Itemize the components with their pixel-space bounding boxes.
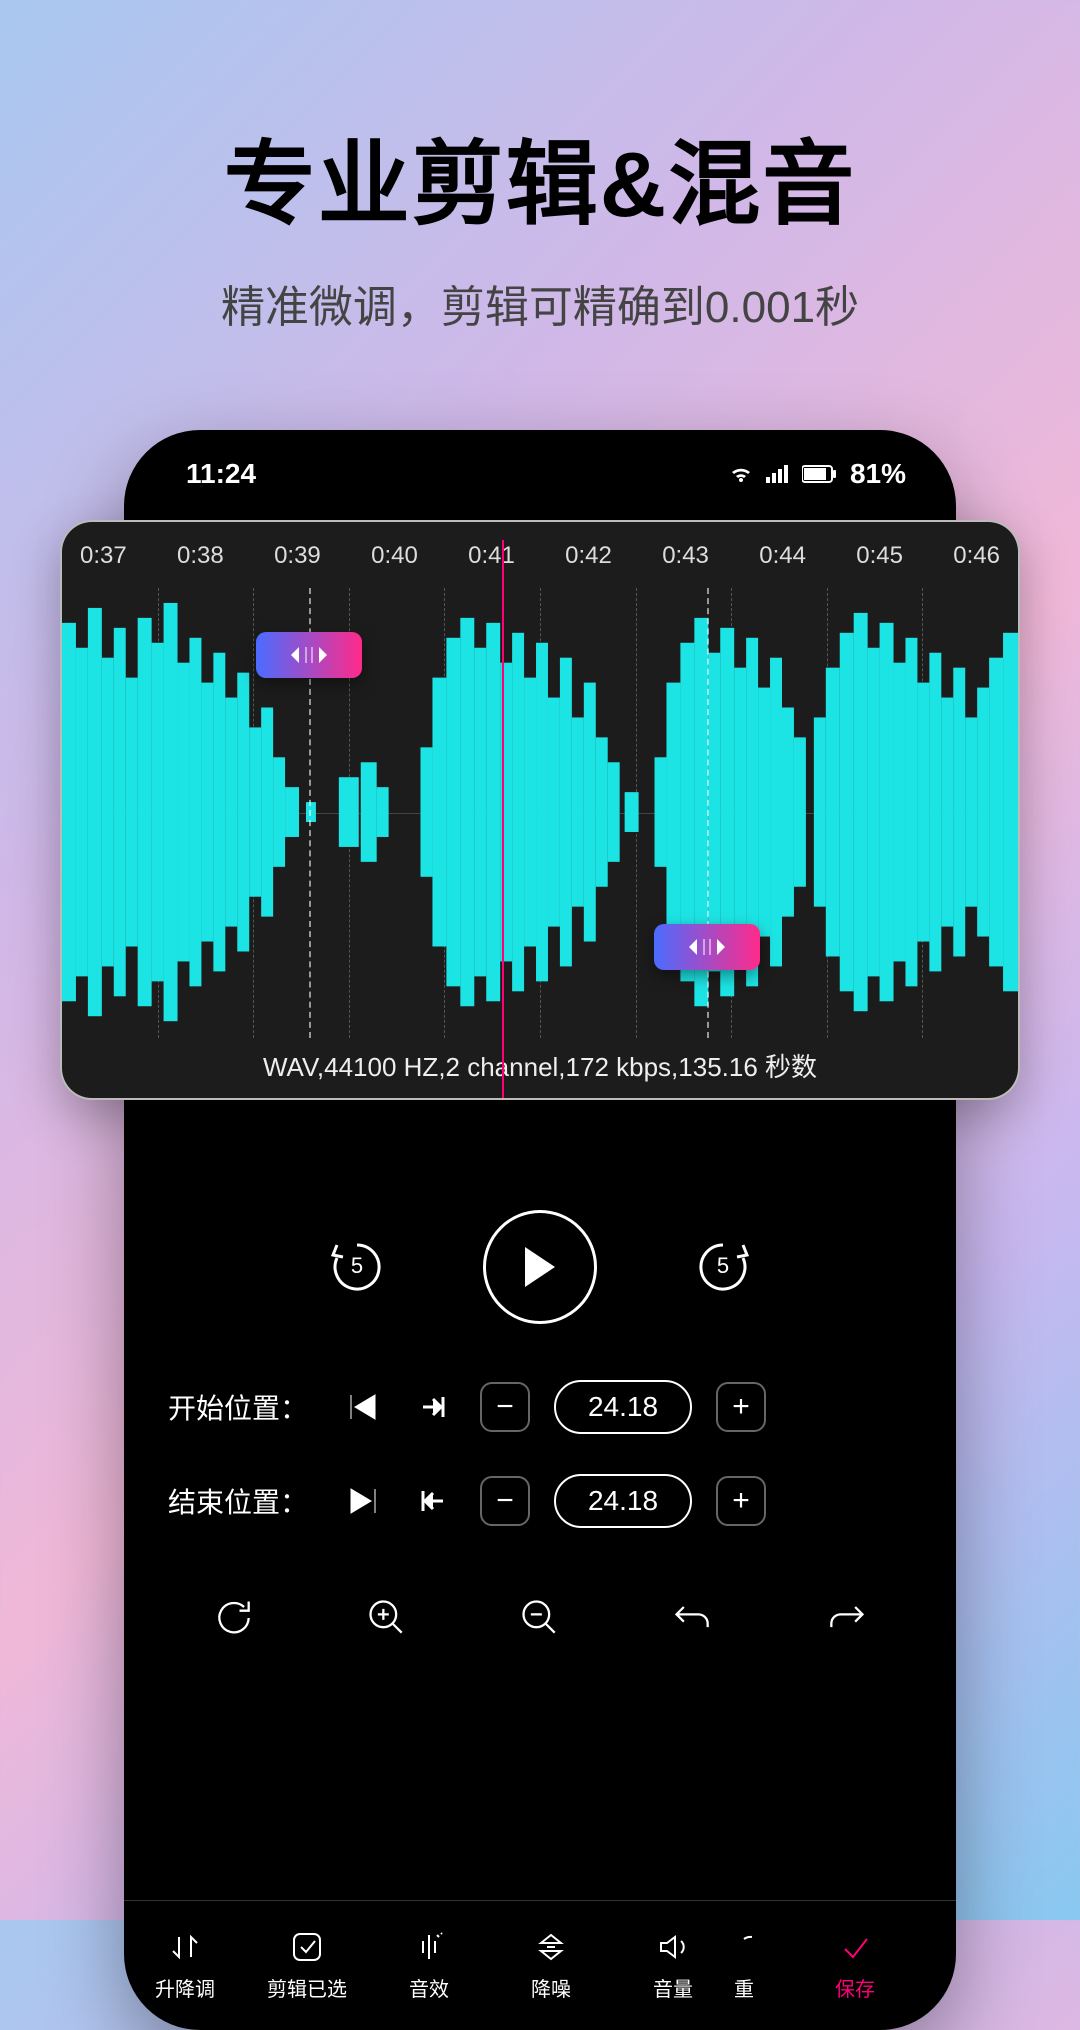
pitch-button[interactable]: 升降调 <box>124 1901 246 2030</box>
chevron-left-icon <box>685 937 699 957</box>
waveform-graphic <box>62 588 1018 1036</box>
zoom-out-button[interactable] <box>510 1588 570 1648</box>
selection-end-handle[interactable] <box>654 924 760 970</box>
promo-headline: 专业剪辑&混音 精准微调，剪辑可精确到0.001秒 <box>0 0 1080 335</box>
jump-to-start-button[interactable] <box>340 1384 386 1430</box>
effects-button[interactable]: 音效 <box>368 1901 490 2030</box>
skip-fwd-value: 5 <box>717 1253 729 1279</box>
end-position-row: 结束位置： − 24.18 + <box>124 1474 956 1528</box>
trim-selected-button[interactable]: 剪辑已选 <box>246 1901 368 2030</box>
wifi-icon <box>728 464 754 484</box>
start-decrement-button[interactable]: − <box>480 1382 530 1432</box>
set-start-here-button[interactable] <box>410 1384 456 1430</box>
battery-icon <box>802 465 838 483</box>
end-decrement-button[interactable]: − <box>480 1476 530 1526</box>
chevron-right-icon <box>317 645 331 665</box>
play-button[interactable] <box>483 1210 597 1324</box>
start-position-row: 开始位置： − 24.18 + <box>124 1380 956 1434</box>
zoom-in-button[interactable] <box>357 1588 417 1648</box>
skip-back-button[interactable]: 5 <box>321 1231 393 1303</box>
start-position-label: 开始位置： <box>168 1387 316 1427</box>
volume-button[interactable]: 音量 <box>612 1901 734 2030</box>
file-info-text: WAV,44100 HZ,2 channel,172 kbps,135.16 秒… <box>62 1047 1018 1084</box>
chevron-left-icon <box>287 645 301 665</box>
undo-button[interactable] <box>663 1588 723 1648</box>
waveform-panel: 0:37 0:38 0:39 0:40 0:41 0:42 0:43 0:44 … <box>60 520 1020 1100</box>
more-button-clipped[interactable]: 重 <box>734 1901 794 2030</box>
selection-start-handle[interactable] <box>256 632 362 678</box>
start-increment-button[interactable]: + <box>716 1382 766 1432</box>
time-ruler: 0:37 0:38 0:39 0:40 0:41 0:42 0:43 0:44 … <box>62 522 1018 570</box>
end-position-value[interactable]: 24.18 <box>554 1474 692 1528</box>
status-time: 11:24 <box>186 458 256 490</box>
status-icons: 81% <box>728 458 906 490</box>
start-position-value[interactable]: 24.18 <box>554 1380 692 1434</box>
battery-percent: 81% <box>850 458 906 490</box>
tool-row <box>124 1588 956 1648</box>
headline-subtitle: 精准微调，剪辑可精确到0.001秒 <box>0 271 1080 335</box>
skip-back-value: 5 <box>351 1253 363 1279</box>
waveform-area[interactable] <box>62 588 1018 1038</box>
signal-icon <box>766 465 790 483</box>
jump-to-end-button[interactable] <box>340 1478 386 1524</box>
skip-forward-button[interactable]: 5 <box>687 1231 759 1303</box>
denoise-button[interactable]: 降噪 <box>490 1901 612 2030</box>
end-increment-button[interactable]: + <box>716 1476 766 1526</box>
playhead[interactable] <box>502 540 504 1100</box>
status-bar: 11:24 81% <box>124 430 956 490</box>
refresh-button[interactable] <box>204 1588 264 1648</box>
save-button[interactable]: 保存 <box>794 1901 916 2030</box>
end-position-label: 结束位置： <box>168 1481 316 1521</box>
set-end-here-button[interactable] <box>410 1478 456 1524</box>
chevron-right-icon <box>715 937 729 957</box>
headline-title: 专业剪辑&混音 <box>0 110 1080 243</box>
transport-controls: 5 5 <box>124 1210 956 1324</box>
redo-button[interactable] <box>816 1588 876 1648</box>
